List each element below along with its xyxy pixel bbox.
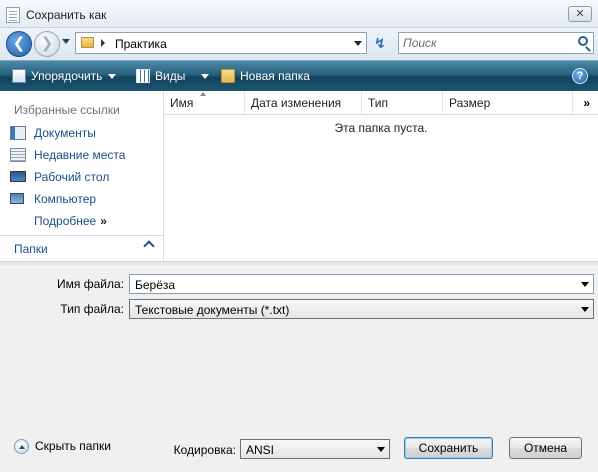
notepad-icon <box>6 7 20 23</box>
refresh-button[interactable]: ↯ <box>369 32 391 54</box>
chevron-down-icon <box>377 447 385 452</box>
sort-ascending-icon <box>200 92 206 96</box>
encoding-select[interactable]: ANSI <box>240 439 390 459</box>
favorite-item-documents[interactable]: Документы <box>10 124 160 142</box>
chevron-up-icon <box>14 439 29 454</box>
address-bar[interactable]: Практика <box>75 32 367 54</box>
column-header-label: Дата изменения <box>251 96 342 110</box>
help-button[interactable]: ? <box>572 68 588 84</box>
filename-label: Имя файла: <box>57 277 124 291</box>
window-title: Сохранить как <box>26 8 107 22</box>
column-headers: Имя Дата изменения Тип Размер » <box>164 91 598 115</box>
filename-value[interactable]: Берёза <box>135 278 175 292</box>
views-menu[interactable]: Виды <box>136 68 210 84</box>
folders-label: Папки <box>14 242 48 256</box>
favorite-item-desktop[interactable]: Рабочий стол <box>10 168 160 186</box>
double-chevron-icon: » <box>100 214 107 228</box>
search-icon[interactable] <box>578 36 588 46</box>
address-row: ❮ ❯ Практика ↯ <box>0 28 598 60</box>
pane-splitter[interactable] <box>0 261 598 265</box>
organize-menu[interactable]: Упорядочить <box>12 68 117 84</box>
more-columns-button[interactable]: » <box>583 91 590 115</box>
chevron-down-icon <box>581 307 589 312</box>
filetype-value: Текстовые документы (*.txt) <box>135 303 290 317</box>
views-icon <box>136 69 150 83</box>
filetype-label: Тип файла: <box>60 302 124 316</box>
navigation-pane: Избранные ссылки Документы Недавние мест… <box>0 91 164 261</box>
search-box[interactable] <box>398 32 594 54</box>
favorite-links-heading: Избранные ссылки <box>14 103 120 117</box>
chevron-down-icon[interactable] <box>581 282 589 287</box>
organize-label: Упорядочить <box>31 69 103 83</box>
column-header-label: Тип <box>368 96 389 110</box>
new-folder-icon <box>221 69 235 83</box>
chevron-down-icon <box>201 74 210 79</box>
favorite-item-recent-places[interactable]: Недавние места <box>10 146 160 164</box>
chevron-up-icon <box>143 240 155 252</box>
favorite-item-label: Документы <box>34 126 96 140</box>
back-button[interactable]: ❮ <box>6 31 32 57</box>
folders-toggle[interactable]: Папки <box>0 235 163 261</box>
column-header-label: Имя <box>170 96 194 110</box>
column-header-size[interactable]: Размер <box>443 91 573 115</box>
favorite-item-label: Рабочий стол <box>34 170 110 184</box>
computer-icon <box>10 193 24 204</box>
encoding-value: ANSI <box>246 443 275 457</box>
column-header-type[interactable]: Тип <box>362 91 443 115</box>
search-input[interactable] <box>403 36 571 50</box>
address-dropdown-icon[interactable] <box>354 41 362 46</box>
forward-button[interactable]: ❯ <box>34 31 60 57</box>
favorite-item-label: Недавние места <box>34 148 126 162</box>
breadcrumb-practice[interactable]: Практика <box>115 37 167 51</box>
more-links[interactable]: Подробнее» <box>34 214 107 228</box>
title-bar: Сохранить как ✕ <box>0 0 598 28</box>
close-button[interactable]: ✕ <box>568 6 592 22</box>
hide-folders-label: Скрыть папки <box>35 439 111 453</box>
new-folder-label: Новая папка <box>240 69 310 83</box>
breadcrumb-arrow-icon[interactable] <box>101 39 105 47</box>
recent-pages-dropdown[interactable] <box>62 39 70 44</box>
column-header-label: Размер <box>449 96 491 110</box>
desktop-icon <box>10 171 26 182</box>
command-toolbar: Упорядочить Виды Новая папка ? <box>0 60 598 91</box>
organize-icon <box>12 69 26 83</box>
save-button[interactable]: Сохранить <box>404 437 493 459</box>
more-label: Подробнее <box>34 214 97 228</box>
documents-icon <box>10 126 26 140</box>
encoding-label: Кодировка: <box>173 443 236 457</box>
column-header-name[interactable]: Имя <box>164 91 245 115</box>
filetype-select[interactable]: Текстовые документы (*.txt) <box>129 299 594 319</box>
hide-folders-button[interactable]: Скрыть папки <box>14 439 111 454</box>
column-header-date-modified[interactable]: Дата изменения <box>245 91 362 115</box>
views-label: Виды <box>155 69 186 83</box>
file-list[interactable]: Имя Дата изменения Тип Размер » Эта папк… <box>164 91 598 261</box>
cancel-button[interactable]: Отмена <box>509 437 582 459</box>
favorite-item-label: Компьютер <box>34 192 97 206</box>
chevron-down-icon <box>108 74 117 79</box>
filename-combobox[interactable]: Берёза <box>129 274 594 294</box>
favorite-item-computer[interactable]: Компьютер <box>10 190 160 208</box>
folder-icon <box>81 37 94 48</box>
new-folder-button[interactable]: Новая папка <box>221 68 310 84</box>
empty-folder-message: Эта папка пуста. <box>334 121 428 135</box>
recent-places-icon <box>10 148 26 162</box>
